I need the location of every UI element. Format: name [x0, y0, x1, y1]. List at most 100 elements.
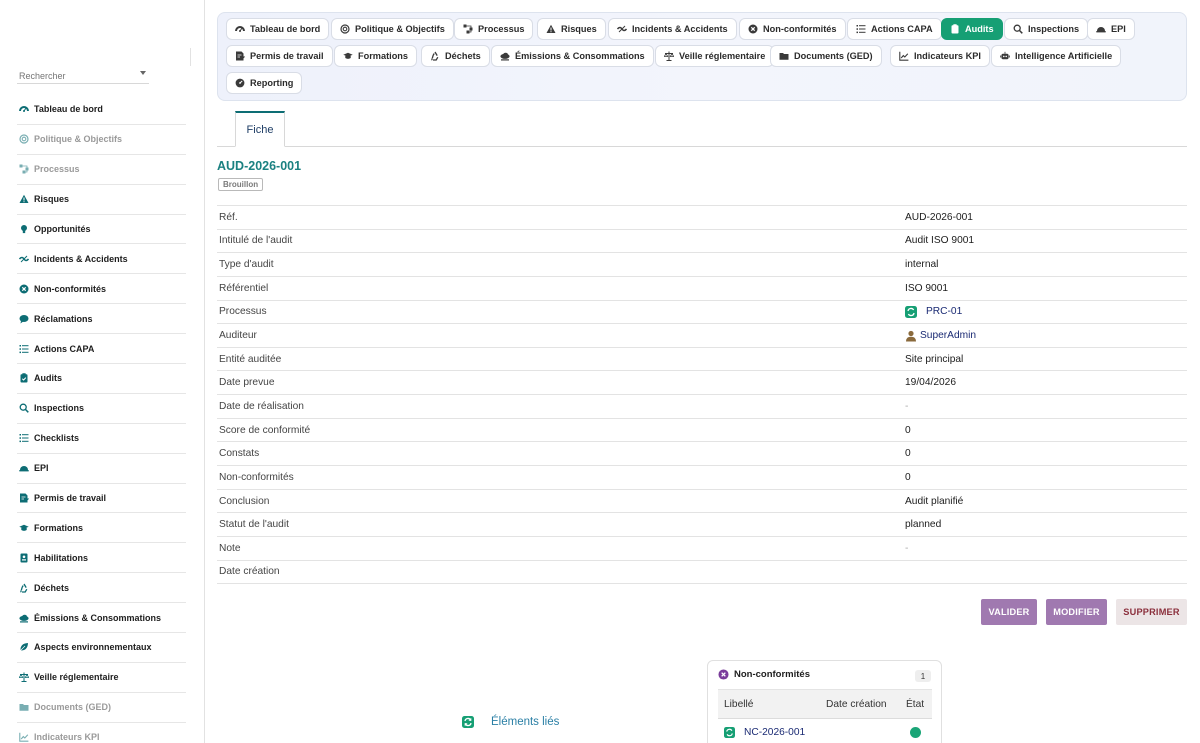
tabs-divider — [217, 146, 1187, 147]
edit-button[interactable]: MODIFIER — [1046, 599, 1107, 625]
sidebar-item-lightbulb[interactable]: Opportunités — [17, 215, 186, 245]
nav-list[interactable]: Actions CAPA — [847, 18, 942, 40]
nav-recycle[interactable]: Déchets — [421, 45, 490, 67]
chart-icon — [899, 51, 909, 61]
field-value-text: ISO 9001 — [905, 282, 949, 294]
sidebar-item-x-circle[interactable]: Non-conformités — [17, 274, 186, 305]
sidebar-item-process[interactable]: Processus — [17, 155, 186, 185]
sidebar-item-badge[interactable]: Habilitations — [17, 543, 186, 574]
cloud-icon — [19, 613, 29, 623]
sidebar-item-label: Indicateurs KPI — [34, 732, 100, 743]
nav-helmet[interactable]: EPI — [1087, 18, 1135, 40]
table-row[interactable]: NC-2026-001 — [718, 720, 932, 743]
nav-label: Actions CAPA — [871, 24, 933, 34]
nav-incident[interactable]: Incidents & Accidents — [608, 18, 737, 40]
nav-graduation[interactable]: Formations — [334, 45, 418, 67]
field-value: 19/04/2026 — [905, 377, 956, 388]
sidebar-item-list[interactable]: Actions CAPA — [17, 334, 186, 365]
nav-dashboard[interactable]: Tableau de bord — [226, 18, 330, 40]
chevron-down-icon[interactable] — [140, 71, 146, 75]
field-row: Score de conformité 0 — [217, 419, 1187, 443]
sidebar-item-helmet[interactable]: EPI — [17, 454, 186, 484]
sidebar-item-target[interactable]: Politique & Objectifs — [17, 125, 186, 155]
field-value-text: planned — [905, 519, 942, 531]
sidebar-item-search[interactable]: Inspections — [17, 394, 186, 424]
sidebar-item-permit[interactable]: Permis de travail — [17, 484, 186, 514]
field-label: Constats — [219, 448, 260, 460]
sidebar-item-label: Non-conformités — [34, 283, 106, 294]
sidebar-item-leaf[interactable]: Aspects environnementaux — [17, 633, 186, 663]
nav-warning[interactable]: Risques — [537, 18, 606, 40]
nc-ref-link[interactable]: NC-2026-001 — [724, 727, 805, 738]
field-value-text: 0 — [905, 448, 911, 460]
nav-gauge[interactable]: Reporting — [226, 72, 303, 94]
sidebar-item-label: Émissions & Consommations — [34, 612, 162, 623]
nav-x-circle[interactable]: Non-conformités — [739, 18, 846, 40]
field-value-text: internal — [905, 259, 939, 271]
nav-cloud[interactable]: Émissions & Consommations — [491, 45, 654, 67]
chart-icon — [19, 732, 29, 742]
tab-fiche[interactable]: Fiche — [235, 111, 285, 147]
process-icon — [19, 164, 29, 174]
list-icon — [19, 344, 29, 354]
status-badge: Brouillon — [218, 178, 264, 191]
dashboard-icon — [235, 24, 245, 34]
nav-target[interactable]: Politique & Objectifs — [331, 18, 454, 40]
nav-permit[interactable]: Permis de travail — [226, 45, 333, 67]
nav-clipboard[interactable]: Audits — [941, 18, 1003, 40]
sidebar-item-clipboard[interactable]: Audits — [17, 364, 186, 394]
sidebar-item-comment[interactable]: Réclamations — [17, 304, 186, 335]
x-circle-icon — [718, 669, 729, 680]
nav-label: Reporting — [250, 78, 294, 88]
sidebar-item-incident[interactable]: Incidents & Accidents — [17, 244, 186, 275]
nav-process[interactable]: Processus — [454, 18, 534, 40]
warning-icon — [19, 194, 29, 204]
field-value: - — [905, 401, 908, 412]
field-row: Entité auditée Site principal — [217, 348, 1187, 372]
sidebar-search[interactable] — [17, 66, 149, 85]
sidebar-item-chart[interactable]: Indicateurs KPI — [17, 723, 186, 743]
sidebar-item-warning[interactable]: Risques — [17, 185, 186, 215]
sidebar-item-folder[interactable]: Documents (GED) — [17, 693, 186, 723]
field-value[interactable]: PRC-01 — [905, 305, 962, 318]
nav-chart[interactable]: Indicateurs KPI — [890, 45, 990, 67]
field-row: Date prevue 19/04/2026 — [217, 371, 1187, 396]
field-row: Conclusion Audit planifié — [217, 490, 1187, 514]
sidebar-item-cloud[interactable]: Émissions & Consommations — [17, 603, 186, 634]
nav-search[interactable]: Inspections — [1004, 18, 1089, 40]
nav-label: Veille réglementaire — [679, 51, 766, 61]
sidebar-item-balance[interactable]: Veille réglementaire — [17, 663, 186, 693]
field-value: 0 — [905, 448, 911, 459]
sidebar-item-graduation[interactable]: Formations — [17, 513, 186, 544]
sidebar-item-label: Audits — [34, 373, 62, 384]
balance-icon — [664, 51, 674, 61]
column-header-label[interactable]: Libellé — [724, 699, 753, 710]
clipboard-icon — [19, 373, 29, 383]
field-value[interactable]: SuperAdmin — [905, 330, 976, 342]
nav-robot[interactable]: Intelligence Artificielle — [991, 45, 1122, 67]
sidebar-item-label: Réclamations — [34, 313, 93, 324]
field-row: Constats 0 — [217, 442, 1187, 467]
field-value: - — [905, 543, 908, 554]
sidebar-item-recycle[interactable]: Déchets — [17, 573, 186, 604]
delete-button[interactable]: SUPPRIMER — [1116, 599, 1187, 625]
linked-elements-header: Éléments liés — [462, 716, 559, 728]
nav-label: Tableau de bord — [250, 24, 321, 34]
field-label: Date création — [219, 566, 280, 578]
nav-label: Documents (GED) — [794, 51, 873, 61]
sidebar-item-dashboard[interactable]: Tableau de bord — [17, 95, 186, 125]
nav-folder[interactable]: Documents (GED) — [770, 45, 882, 67]
nc-ref-text: NC-2026-001 — [744, 727, 806, 738]
nc-card-title: Non-conformités — [734, 669, 810, 680]
gauge-icon — [235, 78, 245, 88]
helmet-icon — [19, 463, 29, 473]
search-input[interactable] — [17, 67, 127, 85]
nav-balance[interactable]: Veille réglementaire — [655, 45, 775, 67]
column-header-date[interactable]: Date création — [826, 699, 887, 710]
sidebar-item-checklist[interactable]: Checklists — [17, 424, 186, 454]
sidebar-item-label: Politique & Objectifs — [34, 134, 123, 145]
sidebar-item-label: Risques — [34, 194, 70, 205]
column-header-state[interactable]: État — [906, 699, 924, 710]
validate-button[interactable]: VALIDER — [981, 599, 1037, 625]
sidebar-item-label: Tableau de bord — [34, 104, 103, 115]
